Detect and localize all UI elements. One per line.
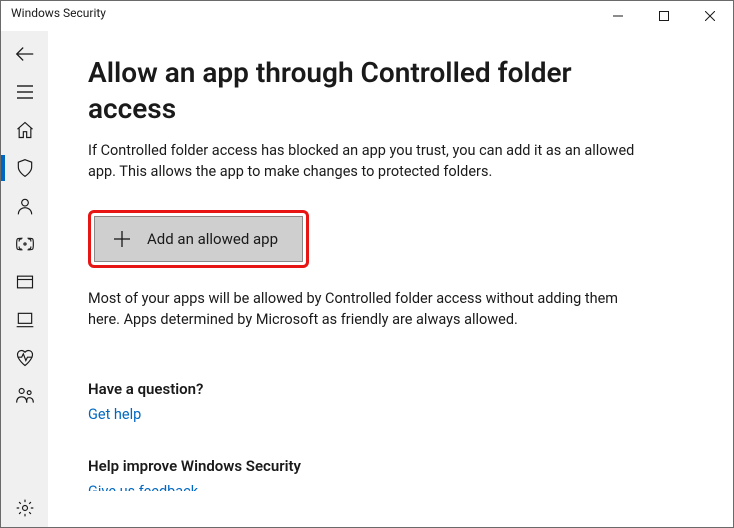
sidebar-item-device-security[interactable] xyxy=(1,301,48,339)
person-icon xyxy=(15,196,35,216)
home-icon xyxy=(15,120,35,140)
sidebar-item-device-performance[interactable] xyxy=(1,339,48,377)
sidebar-item-settings[interactable] xyxy=(1,489,48,527)
menu-button[interactable] xyxy=(1,73,48,111)
sidebar-item-virus[interactable] xyxy=(1,149,48,187)
maximize-button[interactable] xyxy=(641,1,687,31)
feedback-link[interactable]: Give us feedback xyxy=(88,483,693,491)
improve-heading: Help improve Windows Security xyxy=(88,457,693,475)
titlebar: Windows Security xyxy=(1,1,733,31)
add-button-highlight: Add an allowed app xyxy=(88,210,309,268)
minimize-icon xyxy=(613,11,623,21)
back-arrow-icon xyxy=(14,43,36,65)
back-button[interactable] xyxy=(1,35,48,73)
sidebar-item-firewall[interactable] xyxy=(1,225,48,263)
device-icon xyxy=(15,310,35,330)
gear-icon xyxy=(15,498,35,518)
close-button[interactable] xyxy=(687,1,733,31)
window-title: Windows Security xyxy=(11,1,595,20)
page-title: Allow an app through Controlled folder a… xyxy=(88,55,648,128)
shield-icon xyxy=(15,158,35,178)
minimize-button[interactable] xyxy=(595,1,641,31)
question-section: Have a question? Get help xyxy=(88,380,693,423)
sidebar xyxy=(1,31,48,527)
add-button-label: Add an allowed app xyxy=(147,230,278,248)
improve-section: Help improve Windows Security Give us fe… xyxy=(88,457,693,491)
get-help-link[interactable]: Get help xyxy=(88,406,141,423)
family-icon xyxy=(15,386,35,406)
maximize-icon xyxy=(659,11,669,21)
page-description: If Controlled folder access has blocked … xyxy=(88,140,648,182)
sidebar-item-app-browser[interactable] xyxy=(1,263,48,301)
app-browser-icon xyxy=(15,272,35,292)
info-text: Most of your apps will be allowed by Con… xyxy=(88,288,648,330)
main-content: Allow an app through Controlled folder a… xyxy=(48,31,733,527)
sidebar-item-family[interactable] xyxy=(1,377,48,415)
plus-icon xyxy=(113,230,131,248)
question-heading: Have a question? xyxy=(88,380,693,398)
hamburger-icon xyxy=(16,83,34,101)
sidebar-item-account[interactable] xyxy=(1,187,48,225)
heart-icon xyxy=(15,348,35,368)
close-icon xyxy=(705,11,715,21)
network-icon xyxy=(15,234,35,254)
app-body: Allow an app through Controlled folder a… xyxy=(1,31,733,527)
sidebar-item-home[interactable] xyxy=(1,111,48,149)
add-allowed-app-button[interactable]: Add an allowed app xyxy=(94,216,303,262)
titlebar-controls xyxy=(595,1,733,31)
